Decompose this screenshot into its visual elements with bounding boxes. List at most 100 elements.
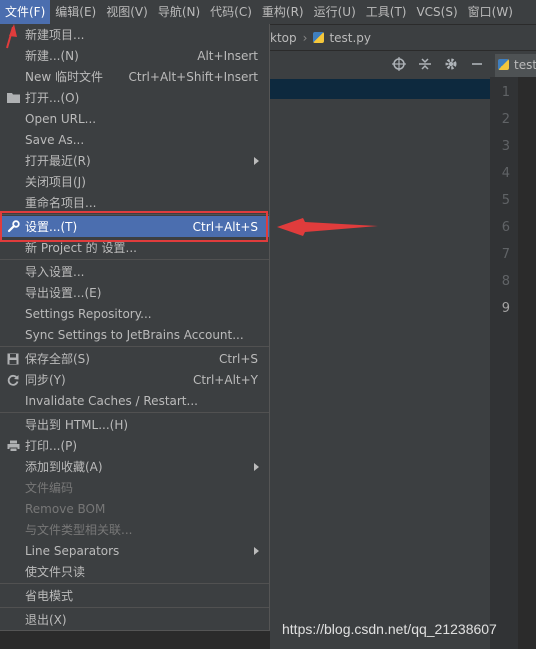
menu-item-new[interactable]: 新建...(N) Alt+Insert (0, 45, 269, 66)
sync-icon (6, 373, 20, 387)
breadcrumb-file[interactable]: test.py (329, 31, 371, 45)
editor-tab-test-py[interactable]: test (495, 54, 536, 77)
menu-vcs[interactable]: VCS(S) (411, 0, 462, 24)
menu-code[interactable]: 代码(C) (205, 0, 257, 24)
python-file-icon (498, 59, 509, 70)
project-panel (270, 77, 490, 649)
menu-item-label: 导出到 HTML...(H) (25, 418, 129, 432)
menu-item-new-project[interactable]: 新建项目... (0, 24, 269, 45)
menu-item-synchronize[interactable]: 同步(Y) Ctrl+Alt+Y (0, 369, 269, 390)
line-number-current: 9 (501, 301, 510, 316)
menu-item-label: 添加到收藏(A) (25, 460, 103, 474)
menu-tools[interactable]: 工具(T) (361, 0, 412, 24)
scroll-from-source-icon[interactable] (386, 51, 412, 77)
menu-item-label: 保存全部(S) (25, 352, 90, 366)
menu-item-open[interactable]: 打开...(O) (0, 87, 269, 108)
menu-item-label: Remove BOM (25, 501, 106, 516)
menu-item-open-recent[interactable]: 打开最近(R) (0, 150, 269, 171)
menu-item-label: 打印...(P) (25, 439, 78, 453)
menu-item-associate-file-type: 与文件类型相关联... (0, 519, 269, 540)
menu-item-label: 使文件只读 (25, 565, 86, 579)
menu-item-label: Line Separators (25, 543, 120, 558)
code-editor[interactable] (518, 77, 536, 649)
menu-divider (0, 259, 269, 260)
menu-file[interactable]: 文件(F) (0, 0, 51, 24)
menu-item-label: 同步(Y) (25, 373, 66, 387)
menu-item-label: 打开最近(R) (25, 154, 91, 168)
menu-item-sync-settings-jetbrains[interactable]: Sync Settings to JetBrains Account... (0, 324, 269, 345)
menu-item-power-save-mode[interactable]: 省电模式 (0, 585, 269, 606)
menu-item-line-separators[interactable]: Line Separators (0, 540, 269, 561)
menu-item-label: 打开...(O) (25, 91, 80, 105)
menu-bar: 文件(F) 编辑(E) 视图(V) 导航(N) 代码(C) 重构(R) 运行(U… (0, 0, 536, 25)
line-number: 5 (501, 193, 510, 208)
menu-item-label: 重命名项目... (25, 196, 97, 210)
menu-item-make-read-only[interactable]: 使文件只读 (0, 561, 269, 582)
menu-run[interactable]: 运行(U) (309, 0, 361, 24)
menu-item-label: 导入设置... (25, 265, 85, 279)
line-number: 2 (501, 112, 510, 127)
watermark: https://blog.csdn.net/qq_21238607 (282, 621, 497, 637)
menu-item-label: 与文件类型相关联... (25, 523, 133, 537)
menu-item-invalidate-caches[interactable]: Invalidate Caches / Restart... (0, 390, 269, 411)
file-menu-dropdown: 新建项目... 新建...(N) Alt+Insert New 临时文件 Ctr… (0, 24, 270, 631)
menu-item-label: 文件编码 (25, 481, 74, 495)
menu-item-shortcut: Ctrl+S (218, 351, 258, 366)
project-tree-selected-row[interactable] (270, 79, 490, 99)
menu-item-label: Settings Repository... (25, 306, 152, 321)
menu-item-label: 新建项目... (25, 28, 85, 42)
line-number: 7 (501, 247, 510, 262)
menu-item-close-project[interactable]: 关闭项目(J) (0, 171, 269, 192)
gear-icon[interactable] (438, 51, 464, 77)
menu-divider (0, 583, 269, 584)
menu-item-print[interactable]: 打印...(P) (0, 435, 269, 456)
menu-item-shortcut: Alt+Insert (197, 48, 258, 63)
menu-item-exit[interactable]: 退出(X) (0, 609, 269, 630)
menu-item-save-as[interactable]: Save As... (0, 129, 269, 150)
navigation-bar: ktop › test.py (270, 25, 536, 50)
menu-view[interactable]: 视图(V) (101, 0, 153, 24)
menu-item-open-url[interactable]: Open URL... (0, 108, 269, 129)
menu-divider (0, 412, 269, 413)
menu-item-export-html[interactable]: 导出到 HTML...(H) (0, 414, 269, 435)
line-number: 6 (501, 220, 510, 235)
menu-item-label: Open URL... (25, 111, 97, 126)
annotation-highlight-box (0, 211, 268, 242)
python-file-icon (313, 32, 325, 43)
menu-refactor[interactable]: 重构(R) (257, 0, 309, 24)
menu-item-label: 退出(X) (25, 613, 67, 627)
line-number: 4 (501, 166, 510, 181)
submenu-arrow-icon (254, 546, 259, 555)
folder-icon (6, 91, 20, 105)
line-number: 3 (501, 139, 510, 154)
save-icon (6, 352, 20, 366)
editor-tab-bar: test (490, 51, 536, 77)
menu-item-label: 省电模式 (25, 589, 74, 603)
menu-item-import-settings[interactable]: 导入设置... (0, 261, 269, 282)
menu-item-label: Save As... (25, 132, 85, 147)
menu-item-shortcut: Ctrl+Alt+Shift+Insert (128, 69, 258, 84)
menu-item-export-settings[interactable]: 导出设置...(E) (0, 282, 269, 303)
menu-item-settings-repository[interactable]: Settings Repository... (0, 303, 269, 324)
menu-item-label: 关闭项目(J) (25, 175, 86, 189)
minimize-icon[interactable] (464, 51, 490, 77)
menu-navigate[interactable]: 导航(N) (153, 0, 205, 24)
menu-item-save-all[interactable]: 保存全部(S) Ctrl+S (0, 348, 269, 369)
menu-item-label: 导出设置...(E) (25, 286, 102, 300)
menu-window[interactable]: 窗口(W) (463, 0, 518, 24)
submenu-arrow-icon (254, 156, 259, 165)
menu-item-new-scratch-file[interactable]: New 临时文件 Ctrl+Alt+Shift+Insert (0, 66, 269, 87)
breadcrumb-folder[interactable]: ktop (270, 31, 297, 45)
breadcrumb-separator-icon: › (302, 30, 308, 45)
menu-divider (0, 346, 269, 347)
menu-item-remove-bom: Remove BOM (0, 498, 269, 519)
print-icon (6, 439, 20, 453)
menu-item-label: Sync Settings to JetBrains Account... (25, 327, 244, 342)
menu-item-shortcut: Ctrl+Alt+Y (192, 372, 258, 387)
menu-edit[interactable]: 编辑(E) (50, 0, 101, 24)
menu-item-add-to-favorites[interactable]: 添加到收藏(A) (0, 456, 269, 477)
menu-item-label: New 临时文件 (25, 70, 103, 84)
menu-item-rename-project[interactable]: 重命名项目... (0, 192, 269, 213)
menu-item-label: 新建...(N) (25, 49, 79, 63)
collapse-all-icon[interactable] (412, 51, 438, 77)
